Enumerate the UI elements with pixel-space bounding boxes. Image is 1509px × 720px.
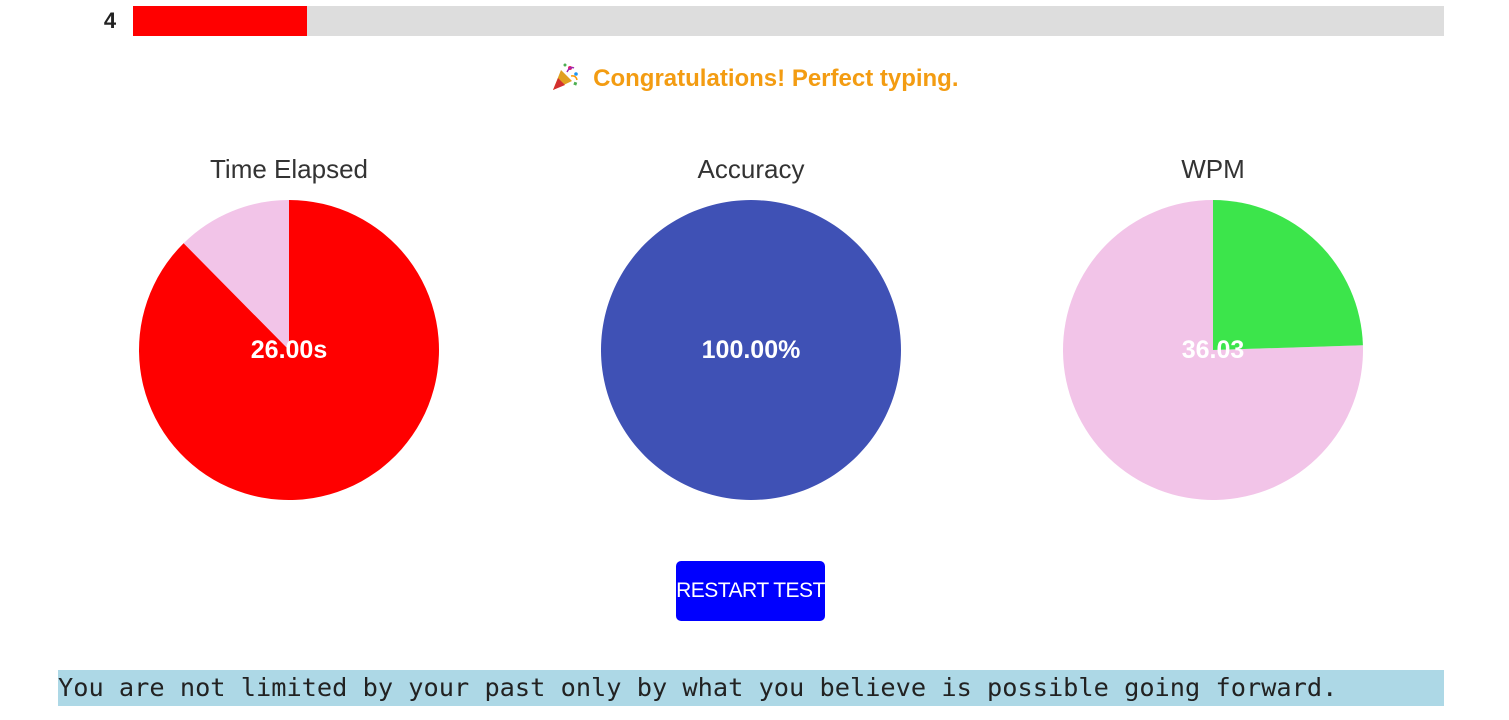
wpm-pie: 36.03 — [1063, 200, 1363, 500]
wpm-chart: WPM 36.03 — [1053, 150, 1373, 510]
chart-title: Time Elapsed — [210, 154, 368, 184]
time-elapsed-pie: 26.00s — [139, 200, 439, 500]
chart-value-label: 26.00s — [251, 336, 327, 364]
progress-count: 4 — [103, 8, 117, 33]
accuracy-pie: 100.00% — [601, 200, 901, 500]
typing-results-page: 4 Congratulations! Perfect typing. Time … — [0, 0, 1509, 720]
pie-slice-value — [1213, 200, 1363, 350]
party-popper-icon — [553, 63, 579, 90]
chart-title: Accuracy — [697, 154, 805, 184]
chart-value-label: 36.03 — [1182, 336, 1245, 364]
chart-title: WPM — [1181, 154, 1245, 184]
progress-row: 4 — [0, 6, 1509, 36]
progress-bar — [133, 6, 1444, 36]
progress-bar-fill — [133, 6, 308, 36]
congratulations-message: Congratulations! Perfect typing. — [0, 62, 1509, 93]
restart-test-button[interactable]: RESTART TEST — [676, 561, 825, 621]
congratulations-text: Congratulations! Perfect typing. — [593, 65, 959, 92]
typing-quote: You are not limited by your past only by… — [58, 670, 1444, 706]
time-elapsed-chart: Time Elapsed 26.00s — [129, 150, 449, 510]
chart-value-label: 100.00% — [702, 336, 801, 364]
accuracy-chart: Accuracy 100.00% — [591, 150, 911, 510]
